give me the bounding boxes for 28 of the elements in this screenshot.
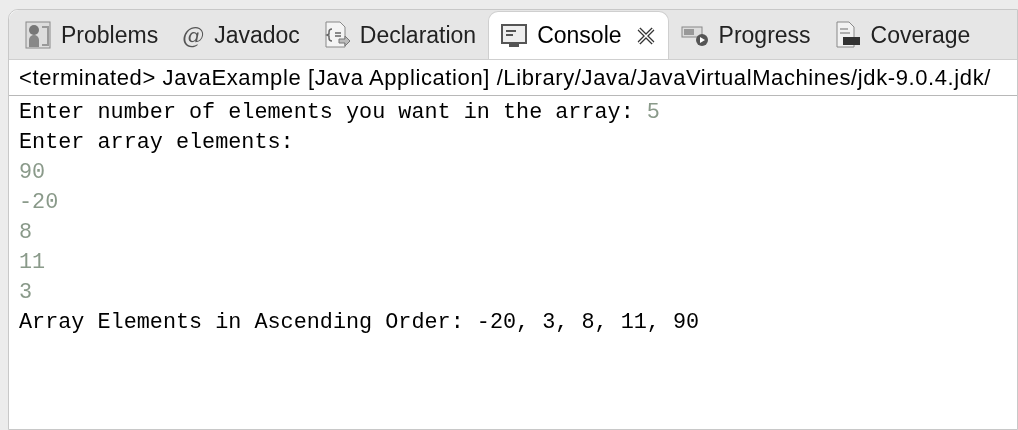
at-sign-icon: @ — [182, 18, 205, 52]
document-bar-icon — [834, 21, 861, 49]
console-output-text: Enter array elements: — [19, 130, 294, 155]
tab-label: Declaration — [359, 20, 477, 50]
console-input-text: 90 — [19, 160, 46, 185]
progress-bar-icon — [680, 23, 709, 47]
console-input-text: 11 — [19, 250, 46, 275]
tab-label: Console — [537, 21, 622, 51]
tab[interactable]: Declaration — [311, 11, 489, 59]
tab[interactable]: @ Javadoc — [170, 11, 312, 59]
tab-label: Problems — [61, 20, 159, 50]
tab[interactable]: Problems — [13, 11, 171, 59]
console-output-text: Enter number of elements you want in the array: — [19, 100, 635, 125]
monitor-icon — [501, 22, 528, 49]
close-icon[interactable] — [635, 25, 656, 46]
document-arrow-icon — [323, 21, 350, 49]
tab-label: Progress — [718, 20, 811, 50]
console-input-text: 3 — [19, 280, 33, 305]
console-input-text: -20 — [19, 190, 59, 215]
tab[interactable]: Coverage — [822, 11, 983, 59]
console-input-text: 5 — [646, 100, 660, 125]
tab-label: Javadoc — [214, 20, 300, 50]
process-status: <terminated> JavaExample [Java Application] /Library/Java/JavaVirtualMachines/jdk-9.0.4.jdk/ — [19, 64, 991, 92]
tab[interactable]: Console — [488, 11, 669, 59]
console-input-text: 8 — [19, 220, 33, 245]
tab[interactable]: Progress — [668, 11, 823, 59]
tab-label: Coverage — [870, 20, 971, 50]
console-output-text: Array Elements in Ascending Order: -20, 3, 8, 11, 90 — [19, 310, 700, 335]
